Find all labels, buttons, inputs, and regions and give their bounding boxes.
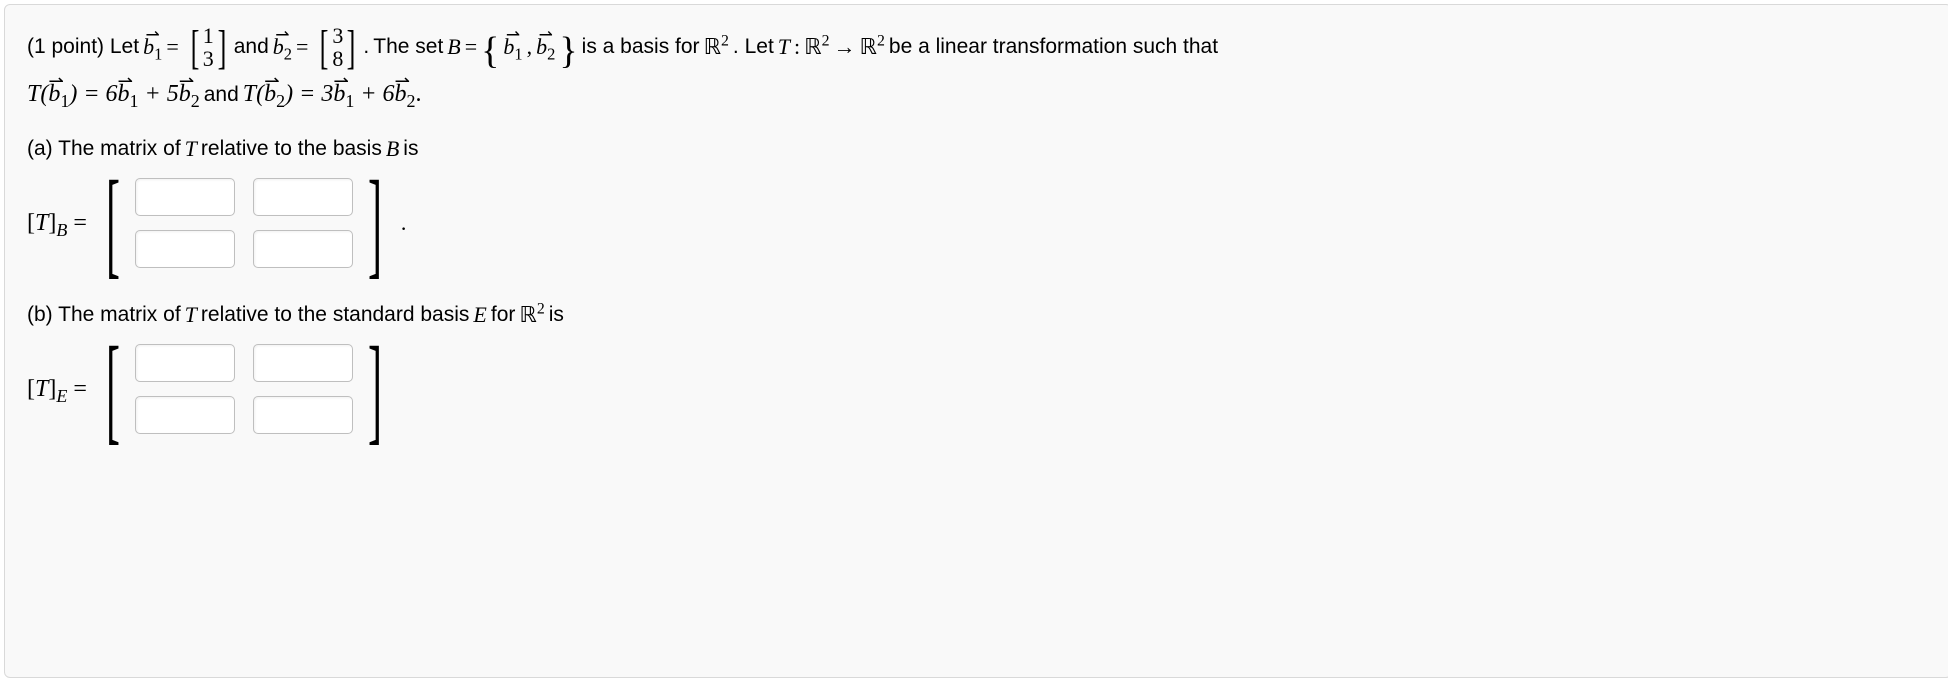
comma: , xyxy=(527,34,533,60)
problem-statement-line1: (1 point) Let ⇀b1 = [ 1 3 ] and ⇀b2 = [ … xyxy=(27,23,1929,71)
part-b-label: (b) The matrix of xyxy=(27,303,181,327)
part-b-mid: relative to the standard basis xyxy=(201,303,470,327)
part-b-T: T xyxy=(185,302,197,328)
matrix-E-cell-12[interactable] xyxy=(253,344,353,382)
b2-top: 3 xyxy=(332,24,343,47)
part-b: (b) The matrix of T relative to the stan… xyxy=(27,302,1929,440)
matrix-B-cell-22[interactable] xyxy=(253,230,353,268)
the-set: The set xyxy=(373,35,443,59)
part-b-end: is xyxy=(549,303,564,327)
bracket-right-icon: ] xyxy=(368,173,382,273)
part-a-B: B xyxy=(386,136,399,162)
brace-left: { xyxy=(481,32,499,70)
period-a: . xyxy=(401,210,407,236)
trans-text: be a linear transformation such that xyxy=(889,35,1218,59)
problem-panel: (1 point) Let ⇀b1 = [ 1 3 ] and ⇀b2 = [ … xyxy=(4,4,1948,678)
R2-codom: ℝ2 xyxy=(860,34,885,60)
part-a-T: T xyxy=(185,136,197,162)
matrix-E-cell-22[interactable] xyxy=(253,396,353,434)
set-eq: = xyxy=(465,34,477,60)
matrix-B-cell-12[interactable] xyxy=(253,178,353,216)
part-a-mid: relative to the basis xyxy=(201,137,382,161)
matrix-E-cell-21[interactable] xyxy=(135,396,235,434)
points-label: (1 point) Let xyxy=(27,35,139,59)
and2: and xyxy=(204,83,239,107)
vec-b2: ⇀b2 xyxy=(273,34,292,60)
matrix-B-grid xyxy=(133,172,355,274)
brace-right: } xyxy=(559,32,577,70)
set-b1: ⇀b1 xyxy=(503,34,522,60)
b1-top: 1 xyxy=(203,24,214,47)
T-symbol: T xyxy=(778,34,790,60)
B-symbol: B xyxy=(447,34,460,60)
part-b-for: for xyxy=(491,303,516,327)
basis-text: is a basis for xyxy=(582,35,700,59)
arrow: → xyxy=(834,34,856,60)
matrix-E-grid xyxy=(133,338,355,440)
matrix-E-cell-11[interactable] xyxy=(135,344,235,382)
b1-bot: 3 xyxy=(203,47,214,70)
Tb1: T(⇀b1) = 6⇀b1 + 5⇀b2 xyxy=(27,81,200,108)
b2-vector: [ 3 8 ] xyxy=(316,23,359,71)
equals: = xyxy=(166,34,178,60)
part-b-E: E xyxy=(473,302,486,328)
part-b-prompt: (b) The matrix of T relative to the stan… xyxy=(27,302,1929,328)
TE-lhs: [T]E = xyxy=(27,376,87,403)
matrix-E-block: [T]E = [ ] xyxy=(27,338,1929,440)
part-a-label: (a) The matrix of xyxy=(27,137,181,161)
period: . xyxy=(363,35,369,59)
bracket-left-icon-2: [ xyxy=(106,339,120,439)
R2-dom: ℝ2 xyxy=(804,34,829,60)
set-b2: ⇀b2 xyxy=(536,34,555,60)
and-text: and xyxy=(234,35,269,59)
R2-1: ℝ2 xyxy=(704,34,729,60)
matrix-B-cell-11[interactable] xyxy=(135,178,235,216)
b1-vector: [ 1 3 ] xyxy=(187,23,230,71)
colon: : xyxy=(794,34,800,60)
equals2: = xyxy=(296,34,308,60)
problem-statement-line2: T(⇀b1) = 6⇀b1 + 5⇀b2 and T(⇀b2) = 3⇀b1 +… xyxy=(27,81,1929,108)
part-a-end: is xyxy=(403,137,418,161)
matrix-B-cell-21[interactable] xyxy=(135,230,235,268)
Tb2: T(⇀b2) = 3⇀b1 + 6⇀b2. xyxy=(243,81,422,108)
part-a-prompt: (a) The matrix of T relative to the basi… xyxy=(27,136,1929,162)
part-b-R2: ℝ2 xyxy=(519,302,544,328)
TB-lhs: [T]B = xyxy=(27,210,87,237)
bracket-right-icon-2: ] xyxy=(368,339,382,439)
vec-b1: ⇀b1 xyxy=(143,34,162,60)
let-T: . Let xyxy=(733,35,774,59)
part-a: (a) The matrix of T relative to the basi… xyxy=(27,136,1929,274)
matrix-B-block: [T]B = [ ] . xyxy=(27,172,1929,274)
b2-bot: 8 xyxy=(332,47,343,70)
bracket-left-icon: [ xyxy=(106,173,120,273)
